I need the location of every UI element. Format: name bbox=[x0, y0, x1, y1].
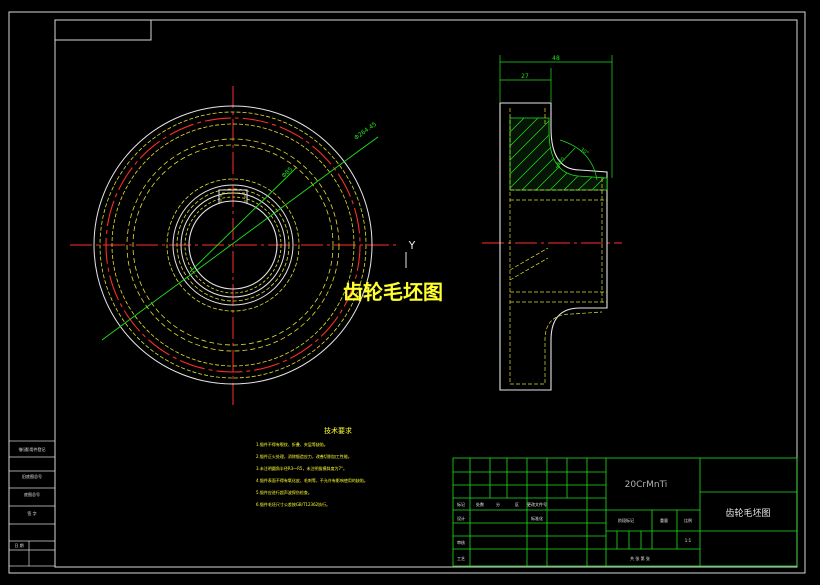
axis-y-label: Y bbox=[408, 239, 416, 252]
side-strip-item: 底图总号 bbox=[24, 491, 40, 497]
side-strip-item: 签 字 bbox=[27, 510, 36, 516]
tech-req-line: 3.未注明圆角半径R3～R5，未注明拔模斜度为7°。 bbox=[256, 465, 347, 471]
tech-req-line: 5.锻件应进行超声波探伤检查。 bbox=[256, 489, 312, 495]
label-scale: 比例 bbox=[684, 517, 692, 523]
drawing-caption: 齿轮毛坯图 bbox=[343, 280, 443, 304]
label-stage-mark: 阶段标记 bbox=[618, 517, 634, 523]
side-strip-item: 旧底图总号 bbox=[22, 473, 42, 479]
label-weight: 重量 bbox=[660, 517, 668, 523]
label-sheets: 共 张 第 张 bbox=[630, 555, 650, 561]
tech-req-line: 1.锻件不得有裂纹、折叠、夹层等缺陷。 bbox=[256, 441, 328, 447]
side-strip-item: 借(通)用件登记 bbox=[18, 446, 45, 452]
cad-drawing-canvas: 借(通)用件登记 旧底图总号 底图总号 签 字 日 期 Φ264.45 Φ85 … bbox=[0, 0, 820, 585]
side-strip-item: 日 期 bbox=[14, 542, 23, 548]
tech-req-line: 6.锻件毛坯尺寸公差按GB/T12362执行。 bbox=[256, 501, 330, 507]
tech-req-line: 4.锻件表面不得有氧化皮、毛刺等，不允许有影响使用的缺陷。 bbox=[256, 477, 368, 483]
label-change-doc: 区 bbox=[515, 502, 519, 507]
label-process: 工艺 bbox=[457, 556, 465, 561]
label-count: 处数 bbox=[476, 501, 484, 507]
label-mark: 标记 bbox=[457, 501, 465, 507]
dimension-overall-width: 48 bbox=[552, 55, 560, 62]
part-name-text: 齿轮毛坯图 bbox=[725, 507, 770, 519]
label-sign-date: 更改文件号 bbox=[527, 501, 547, 507]
label-design: 设计 bbox=[457, 515, 465, 521]
label-zone: 分 bbox=[496, 501, 500, 507]
dimension-hub-width: 27 bbox=[521, 73, 529, 80]
scale-value: 1:1 bbox=[685, 538, 692, 543]
material-text: 20CrMnTi bbox=[625, 480, 668, 490]
tech-req-heading: 技术要求 bbox=[324, 426, 352, 435]
tech-req-line: 2.锻件正火处理，消除锻造应力，改善切削加工性能。 bbox=[256, 453, 352, 459]
label-review: 审核 bbox=[457, 539, 465, 545]
label-standardize: 标准化 bbox=[531, 515, 543, 521]
